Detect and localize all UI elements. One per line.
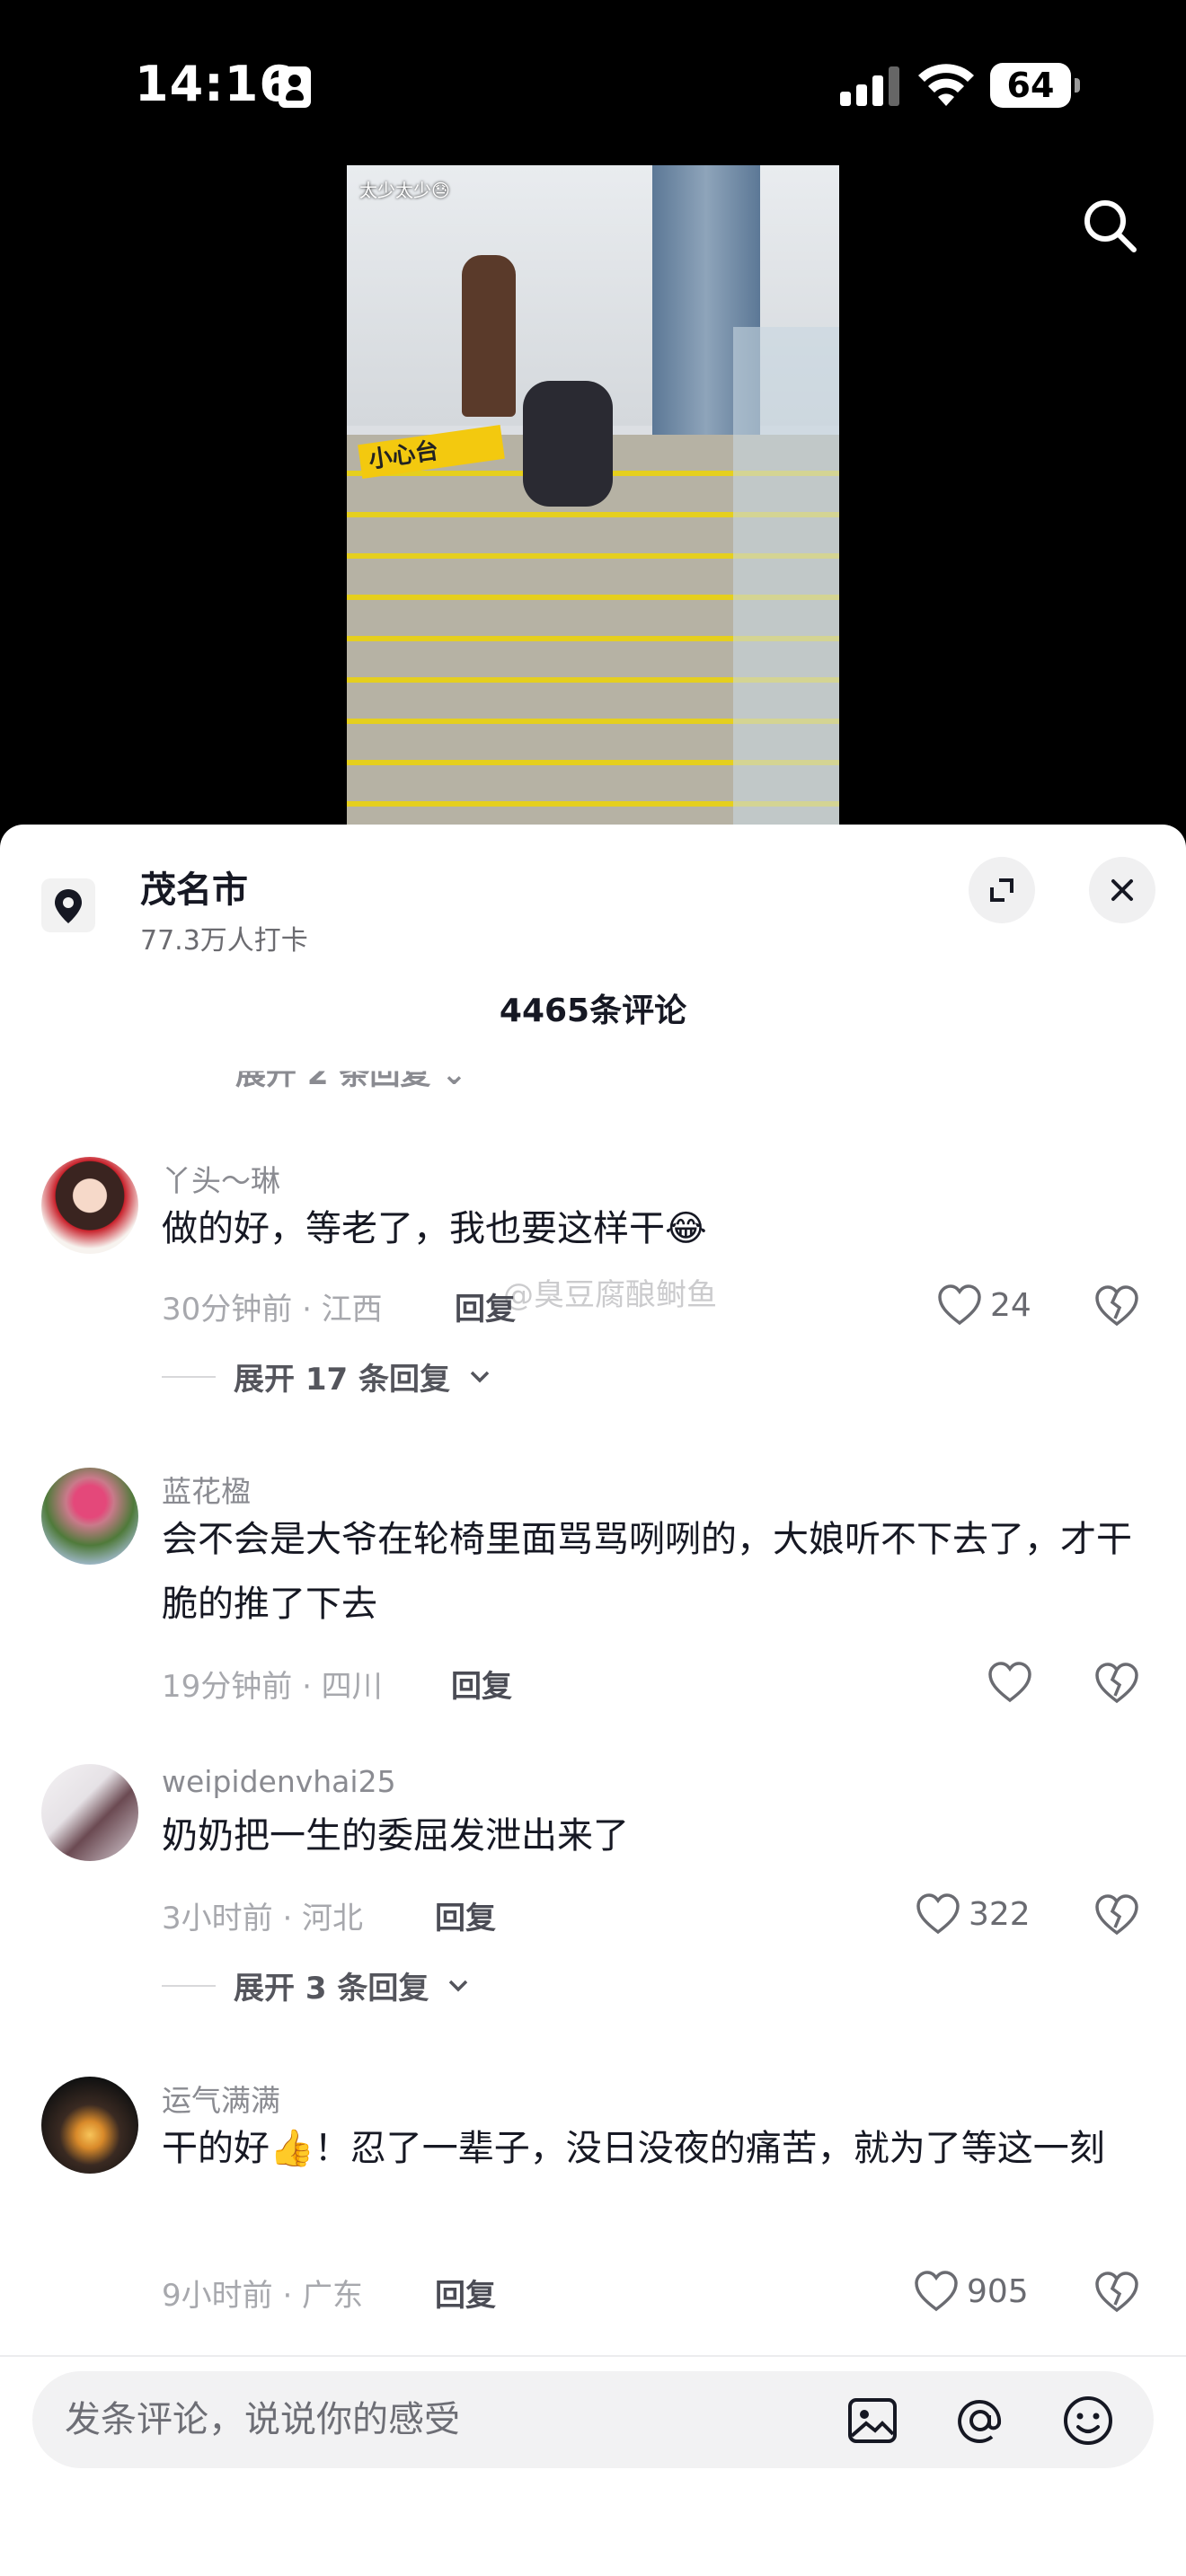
like-button[interactable] [987,1658,1040,1707]
expand-divider [162,1375,216,1378]
dislike-icon[interactable] [1093,1658,1141,1707]
video-player[interactable]: 小心台 太少太少😓 [347,165,839,826]
location-checkins: 77.3万人打卡 [140,925,308,957]
avatar[interactable] [41,1157,138,1254]
watermark: @臭豆腐酿鲥鱼 [503,1277,717,1313]
reply-button[interactable]: 回复 [435,1893,496,1937]
comment-username[interactable]: 运气满满 [162,2077,280,2120]
comment-username[interactable]: 丫头～琳 [162,1157,280,1200]
expand-replies-button[interactable]: 展开 17 条回复 [162,1354,491,1398]
video-railing [733,327,839,826]
like-button[interactable]: 905 [913,2267,1029,2316]
close-icon [1111,879,1133,901]
status-time: 14:16 [135,56,294,112]
avatar[interactable] [41,1468,138,1565]
comment-meta: 19分钟前 · 四川 [162,1669,383,1705]
location-name[interactable]: 茂名市 [140,860,248,913]
mention-icon[interactable] [952,2393,1008,2448]
expand-replies-label: 展开 17 条回复 [234,1362,450,1398]
dislike-icon[interactable] [1093,1281,1141,1329]
chevron-down-icon [470,1371,490,1382]
expand-divider [162,1984,216,1987]
image-icon[interactable] [845,2393,900,2448]
expand-icon [990,878,1013,902]
dislike-icon[interactable] [1093,1890,1141,1938]
video-person-falling [523,381,613,507]
status-bar: 14:16 64 [0,0,1186,171]
comment-username[interactable]: weipidenvhai25 [162,1764,396,1799]
reply-button[interactable]: 回复 [455,1284,516,1328]
emoji-icon[interactable] [1060,2393,1116,2448]
like-count: 905 [967,2272,1029,2310]
search-icon[interactable] [1078,194,1141,257]
comment-text: 做的好，等老了，我也要这样干😂 [162,1208,707,1249]
like-button[interactable]: 322 [915,1890,1031,1938]
location-pin-icon [41,878,95,932]
heart-icon [938,1284,981,1326]
comment-input-bar [0,2355,1186,2576]
reply-button[interactable]: 回复 [451,1662,512,1706]
expand-sheet-button[interactable] [969,857,1035,923]
expand-replies-button[interactable]: 展开 3 条回复 [162,1963,470,2007]
comment-input[interactable] [65,2371,801,2468]
comment-text: 奶奶把一生的委屈发泄出来了 [162,1815,629,1857]
comment-username[interactable]: 蓝花楹 [162,1468,251,1511]
wifi-icon [918,64,974,106]
avatar[interactable] [41,1764,138,1861]
chevron-down-icon [449,1980,468,1991]
like-count: 24 [990,1286,1031,1324]
comment-meta: 3小时前 · 河北 [162,1901,364,1936]
comment-meta: 9小时前 · 广东 [162,2278,364,2314]
comment-text: 干的好👍！忍了一辈子，没日没夜的痛苦，就为了等这一刻 [162,2128,1105,2169]
close-sheet-button[interactable] [1089,857,1155,923]
like-count: 322 [969,1895,1031,1933]
comment-text: 会不会是大爷在轮椅里面骂骂咧咧的，大娘听不下去了，才干脆的推了下去 [162,1519,1132,1625]
video-person-standing [462,255,516,417]
expand-replies-partial[interactable]: 展开 2 条回复 ⌄ [235,1072,467,1094]
focus-person-icon [279,66,311,108]
heart-icon [988,1662,1031,1703]
reply-button[interactable]: 回复 [435,2271,496,2315]
comment-meta: 30分钟前 · 江西 [162,1292,383,1328]
video-overlay-tag: 太少太少😓 [359,180,450,201]
like-button[interactable]: 24 [936,1281,1031,1329]
dislike-icon[interactable] [1093,2267,1141,2316]
battery-indicator: 64 [990,63,1080,108]
expand-replies-label: 展开 3 条回复 [234,1971,429,2007]
comment-count: 4465条评论 [499,992,687,1029]
avatar[interactable] [41,2077,138,2174]
cellular-signal-icon [840,66,899,106]
comment-sheet: 茂名市 77.3万人打卡 4465条评论 展开 2 条回复 ⌄ @臭豆腐酿鲥鱼 … [0,825,1186,2576]
comment-input-container[interactable] [32,2371,1154,2468]
heart-icon [915,2271,958,2312]
heart-icon [916,1893,960,1935]
